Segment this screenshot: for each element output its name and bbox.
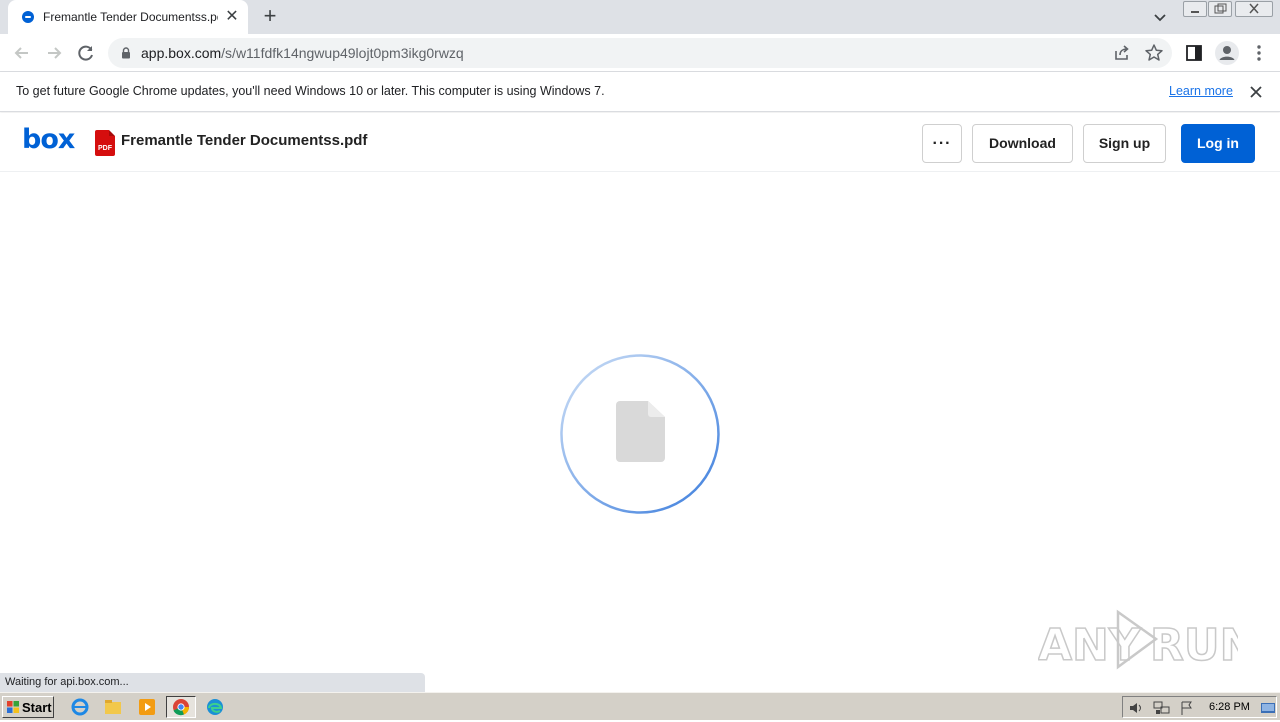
anyrun-watermark: ANY RUN — [1038, 609, 1238, 672]
url-path: /s/w11fdfk14ngwup49lojt0pm3ikg0rwzq — [221, 45, 464, 61]
forward-arrow-icon[interactable] — [41, 40, 67, 66]
chrome-icon — [173, 699, 190, 716]
chrome-taskbar-button[interactable] — [166, 696, 196, 718]
status-bubble: Waiting for api.box.com... — [0, 673, 425, 692]
file-name: Fremantle Tender Documentss.pdf — [121, 132, 368, 149]
infobar-message: To get future Google Chrome updates, you… — [16, 84, 605, 98]
sign-up-button[interactable]: Sign up — [1083, 124, 1166, 163]
back-arrow-icon[interactable] — [9, 40, 35, 66]
url-host: app.box.com — [141, 45, 222, 61]
pdf-icon-label: PDF — [98, 145, 112, 152]
file-placeholder-icon — [616, 401, 665, 462]
tab-strip: Fremantle Tender Documentss.pdf | Powere… — [0, 0, 1280, 34]
browser-toolbar: app.box.com/s/w11fdfk14ngwup49lojt0pm3ik… — [0, 34, 1280, 72]
update-infobar: To get future Google Chrome updates, you… — [0, 72, 1280, 112]
close-infobar-icon[interactable] — [1247, 83, 1265, 101]
new-tab-button[interactable]: + — [258, 5, 282, 29]
box-favicon-icon — [22, 11, 34, 23]
clock[interactable]: 6:28 PM — [1209, 701, 1250, 713]
file-explorer-icon[interactable] — [101, 696, 125, 718]
windows-flag-icon — [7, 701, 19, 713]
start-button[interactable]: Start — [2, 696, 54, 718]
pdf-file-icon: PDF — [95, 130, 115, 156]
box-logo[interactable]: box — [22, 124, 75, 155]
windows-taskbar: Start 6:28 PM — [0, 692, 1280, 720]
show-desktop-icon[interactable] — [1260, 700, 1276, 716]
minimize-window-button[interactable] — [1183, 1, 1207, 17]
loading-spinner — [560, 354, 720, 514]
chrome-menu-icon[interactable] — [1248, 42, 1270, 64]
download-button[interactable]: Download — [972, 124, 1073, 163]
tab-search-chevron-icon[interactable] — [1150, 7, 1170, 27]
status-text: Waiting for api.box.com... — [5, 676, 129, 688]
url-text[interactable]: app.box.com/s/w11fdfk14ngwup49lojt0pm3ik… — [141, 45, 464, 61]
watermark-text-any: ANY — [1038, 620, 1142, 671]
bookmark-star-icon[interactable] — [1143, 42, 1165, 64]
lock-icon[interactable] — [121, 47, 131, 59]
side-panel-icon[interactable] — [1183, 42, 1205, 64]
learn-more-link[interactable]: Learn more — [1169, 84, 1233, 98]
more-options-button[interactable]: ··· — [922, 124, 962, 163]
browser-tab[interactable]: Fremantle Tender Documentss.pdf | Powere… — [8, 0, 248, 34]
restore-window-button[interactable] — [1208, 1, 1232, 17]
internet-explorer-icon[interactable] — [68, 696, 92, 718]
volume-icon[interactable] — [1128, 700, 1144, 716]
box-header: box PDF Fremantle Tender Documentss.pdf … — [0, 113, 1280, 172]
system-tray: 6:28 PM — [1122, 696, 1277, 718]
reload-icon[interactable] — [73, 40, 99, 66]
close-tab-button[interactable]: ✕ — [223, 8, 241, 26]
network-icon[interactable] — [1153, 700, 1171, 716]
action-center-flag-icon[interactable] — [1179, 700, 1195, 716]
tab-title: Fremantle Tender Documentss.pdf | Powere… — [43, 10, 218, 24]
media-player-icon[interactable] — [135, 696, 159, 718]
profile-avatar-icon[interactable] — [1214, 40, 1240, 66]
address-bar[interactable]: app.box.com/s/w11fdfk14ngwup49lojt0pm3ik… — [108, 38, 1172, 68]
edge-icon[interactable] — [203, 696, 227, 718]
log-in-button[interactable]: Log in — [1181, 124, 1255, 163]
close-window-button[interactable] — [1235, 1, 1273, 17]
start-label: Start — [22, 700, 52, 715]
watermark-text-run: RUN — [1150, 620, 1238, 671]
share-icon[interactable] — [1111, 42, 1133, 64]
